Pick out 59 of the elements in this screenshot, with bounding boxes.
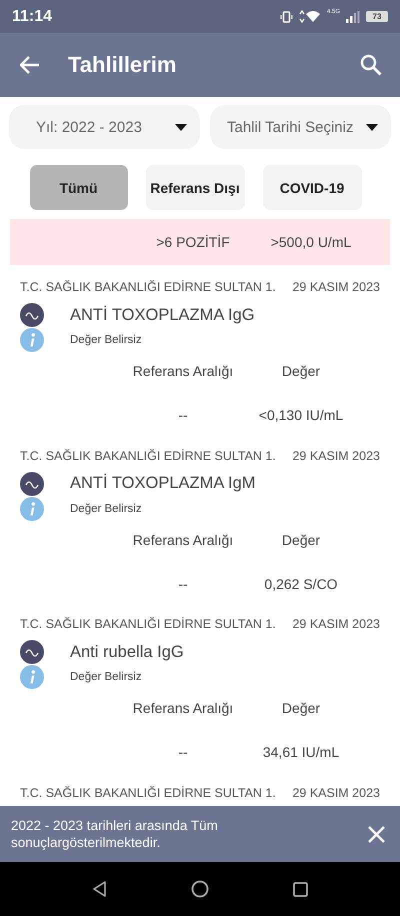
result-status: Değer Belirsiz [70, 502, 142, 514]
reference-range: -- [177, 407, 189, 423]
filter-chip[interactable]: Referans Dışı [146, 165, 244, 210]
wave-icon [20, 640, 44, 664]
result-card[interactable]: T.C. SAĞLIK BAKANLIĞI EDİRNE SULTAN 1. 29 KASIM 2023 ANTİ TOXOPLAZMA IgG Değer Belirsiz Referans Aralığı Değer -- <0,130 IU/mL [0, 269, 400, 438]
battery-level: 73 [366, 11, 388, 22]
home-button[interactable] [191, 880, 209, 898]
filter-dropdown[interactable]: Tahlil Tarihi Seçiniz [210, 105, 391, 149]
test-name: ANTİ TOXOPLAZMA IgG [70, 306, 255, 324]
result-card[interactable]: T.C. SAĞLIK BAKANLIĞI EDİRNE SULTAN 1. 29 KASIM 2023 Anti rubella IgG Değer Belirsiz Referans Aralığı Değer -- 34,61 IU/mL [0, 606, 400, 774]
dropdown-arrow-icon [366, 124, 378, 130]
column-header: Referans Aralığı [132, 363, 234, 379]
column-header: Referans Aralığı [132, 532, 234, 548]
column-header: Değer [280, 700, 322, 716]
dropdown-arrow-icon [175, 124, 187, 130]
out-of-range-result[interactable]: >6 POZİTİF >500,0 U/mL [10, 219, 390, 265]
snackbar-message: 2022 - 2023 tarihleri arasında Tüm sonuçlargösterilmektedir. [11, 817, 219, 851]
filter-dropdown[interactable]: Yıl: 2022 - 2023 [9, 105, 200, 149]
result-status: Değer Belirsiz [70, 334, 142, 346]
reference-range: -- [177, 576, 189, 592]
result-card[interactable]: T.C. SAĞLIK BAKANLIĞI EDİRNE SULTAN 1. 29 KASIM 2023 [0, 774, 400, 806]
result-value: <0,130 IU/mL [258, 407, 344, 423]
signal-icon [346, 10, 360, 22]
back-nav-button[interactable] [92, 881, 107, 897]
column-header: Değer [280, 532, 322, 548]
result-date: 29 KASIM 2023 [292, 786, 380, 800]
result-card[interactable]: T.C. SAĞLIK BAKANLIĞI EDİRNE SULTAN 1. 29 KASIM 2023 ANTİ TOXOPLAZMA IgM Değer Belirsiz Referans Aralığı Değer -- 0,262 S/CO [0, 438, 400, 606]
close-button[interactable] [368, 826, 385, 842]
search-button[interactable] [360, 54, 382, 76]
institution-name: T.C. SAĞLIK BAKANLIĞI EDİRNE SULTAN 1. [20, 786, 276, 800]
result-date: 29 KASIM 2023 [292, 448, 380, 462]
recent-apps-button[interactable] [293, 882, 308, 896]
wave-icon [20, 472, 44, 496]
wave-icon [20, 303, 44, 327]
reference-range: >6 POZİTİF [155, 234, 231, 250]
info-icon [20, 665, 44, 689]
info-icon [20, 328, 44, 352]
clock: 11:14 [12, 8, 54, 26]
institution-name: T.C. SAĞLIK BAKANLIĞI EDİRNE SULTAN 1. [20, 280, 276, 294]
test-name: ANTİ TOXOPLAZMA IgM [70, 474, 256, 493]
institution-name: T.C. SAĞLIK BAKANLIĞI EDİRNE SULTAN 1. [20, 448, 276, 462]
result-date: 29 KASIM 2023 [292, 617, 380, 631]
info-icon [20, 496, 44, 520]
filter-chip[interactable]: Tümü [30, 165, 128, 210]
institution-name: T.C. SAĞLIK BAKANLIĞI EDİRNE SULTAN 1. [20, 617, 276, 631]
result-value: 0,262 S/CO [263, 576, 339, 592]
page-title: Tahlillerim [68, 52, 178, 78]
result-value: 34,61 IU/mL [262, 744, 340, 760]
reference-range: -- [177, 744, 189, 760]
back-button[interactable] [20, 56, 40, 74]
vibrate-icon [280, 10, 293, 22]
filter-chip[interactable]: COVID-19 [262, 165, 362, 210]
result-value: >500,0 U/mL [270, 234, 352, 250]
result-date: 29 KASIM 2023 [292, 280, 380, 294]
result-status: Değer Belirsiz [70, 671, 142, 683]
test-name: Anti rubella IgG [70, 642, 184, 662]
column-header: Referans Aralığı [132, 700, 234, 716]
column-header: Değer [280, 363, 322, 379]
wifi-icon [298, 10, 321, 23]
